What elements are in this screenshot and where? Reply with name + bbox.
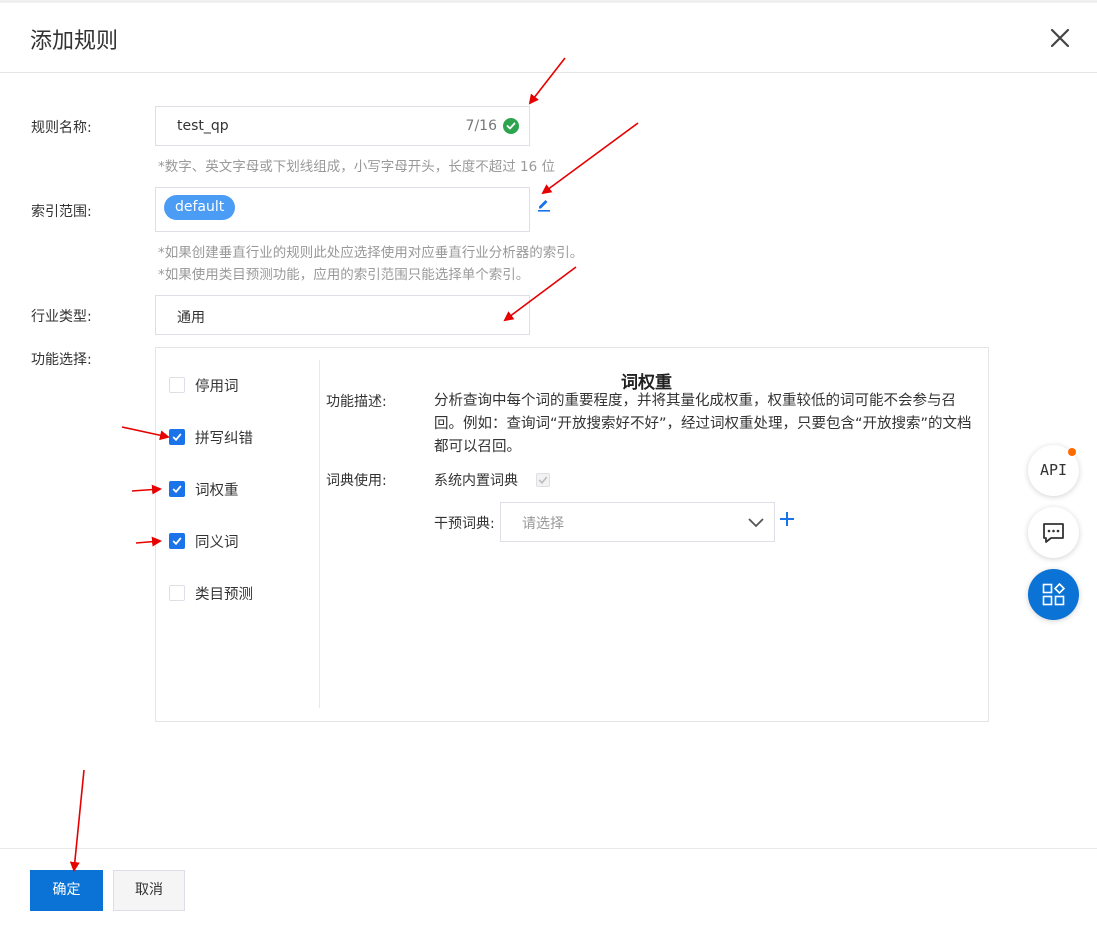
rule-name-label: 规则名称: <box>31 120 92 136</box>
dialog-header: 添加规则 <box>0 3 1097 73</box>
confirm-button[interactable]: 确定 <box>30 870 103 911</box>
checkbox[interactable] <box>169 429 185 445</box>
checkbox[interactable] <box>169 533 185 549</box>
desc-label: 功能描述: <box>326 394 387 410</box>
annotation-arrow <box>541 122 639 195</box>
api-float-button[interactable]: API <box>1028 445 1079 496</box>
checkbox[interactable] <box>169 585 185 601</box>
chat-float-button[interactable] <box>1028 507 1079 558</box>
rule-name-hint: *数字、英文字母或下划线组成，小写字母开头，长度不超过 16 位 <box>158 159 556 175</box>
intervene-dict-select[interactable]: 请选择 <box>500 502 775 542</box>
select-placeholder: 请选择 <box>522 516 564 532</box>
checkbox[interactable] <box>169 481 185 497</box>
dict-label: 词典使用: <box>326 473 387 489</box>
notification-badge <box>1068 448 1076 456</box>
index-scope-label: 索引范围: <box>31 204 92 220</box>
apps-float-button[interactable] <box>1028 569 1079 620</box>
footer-divider <box>0 848 1097 849</box>
char-counter: 7/16 <box>465 118 497 134</box>
index-hint-1: *如果创建垂直行业的规则此处应选择使用对应垂直行业分析器的索引。 <box>158 245 584 261</box>
chevron-down-icon <box>748 518 764 528</box>
apps-icon <box>1042 583 1065 606</box>
check-circle-icon <box>503 118 519 134</box>
industry-field[interactable]: 通用 <box>155 295 530 335</box>
cancel-button[interactable]: 取消 <box>113 870 185 911</box>
close-icon[interactable] <box>1046 24 1074 52</box>
annotation-arrow <box>69 769 85 872</box>
rule-name-value: test_qp <box>177 118 229 134</box>
chat-icon <box>1043 523 1064 543</box>
intervene-dict-label: 干预词典: <box>434 516 495 532</box>
dialog-title: 添加规则 <box>30 29 119 54</box>
industry-label: 行业类型: <box>31 309 92 325</box>
rule-name-input[interactable]: test_qp 7/16 <box>155 106 530 146</box>
edit-icon[interactable] <box>536 196 552 212</box>
panel-divider <box>319 360 320 708</box>
builtin-dict-label: 系统内置词典 <box>434 473 518 489</box>
index-scope-field[interactable]: default <box>155 187 530 232</box>
checkbox[interactable] <box>169 377 185 393</box>
desc-text: 分析查询中每个词的重要程度，并将其量化成权重，权重较低的词可能不会参与召回。例如… <box>434 393 972 455</box>
add-icon[interactable] <box>779 511 795 527</box>
index-tag[interactable]: default <box>164 195 236 220</box>
index-hint-2: *如果使用类目预测功能，应用的索引范围只能选择单个索引。 <box>158 267 530 283</box>
industry-value: 通用 <box>177 310 205 326</box>
features-panel: 停用词 拼写纠错 词权重 同义词 类目预测 词权重 功能描述: 分析查询中每个词… <box>155 347 989 722</box>
builtin-dict-checkbox <box>536 473 550 487</box>
features-label: 功能选择: <box>31 352 92 368</box>
